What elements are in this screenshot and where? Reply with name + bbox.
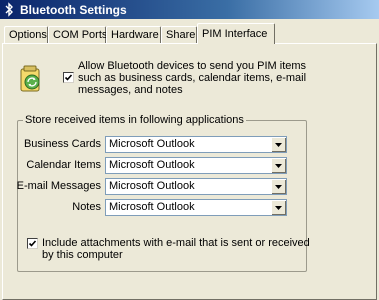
tab-hardware[interactable]: Hardware: [106, 26, 161, 43]
tab-pim-interface[interactable]: PIM Interface: [197, 23, 275, 44]
bluetooth-icon: [3, 2, 15, 17]
tab-panel: [2, 43, 377, 300]
title-bar[interactable]: Bluetooth Settings: [0, 0, 379, 19]
tab-share[interactable]: Share: [161, 26, 197, 43]
tab-options[interactable]: Options: [4, 26, 48, 43]
window-title: Bluetooth Settings: [20, 3, 127, 17]
tab-com-ports[interactable]: COM Ports: [48, 26, 107, 43]
